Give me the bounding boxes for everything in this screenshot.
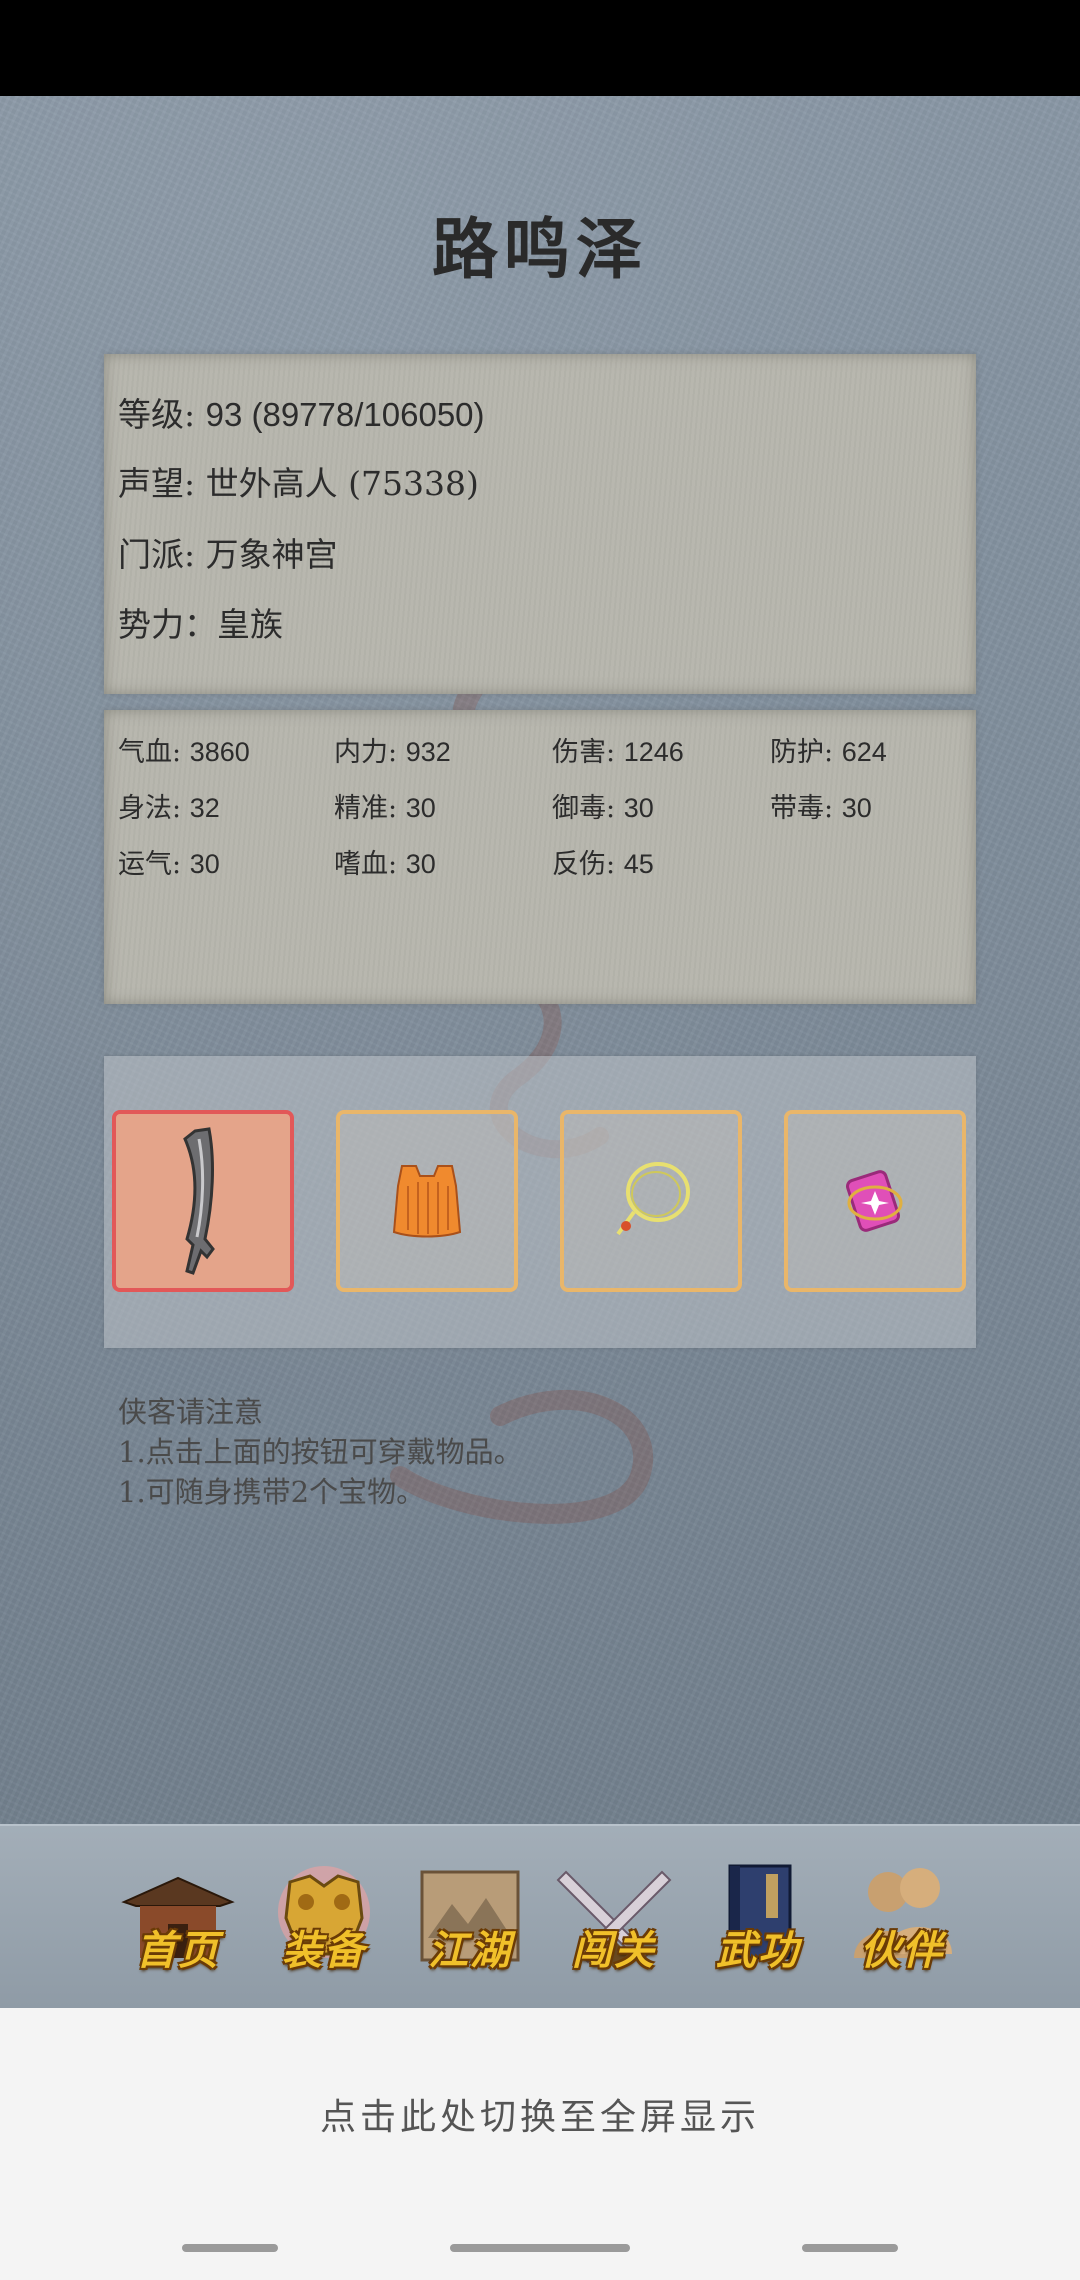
stat-defense: 防护: 624 [770,737,887,768]
level-line: 等级: 93 (89778/106050) [118,388,485,436]
faction-value: 皇族 [217,605,283,644]
nav-home[interactable]: 首页 [116,1858,240,1982]
nav-equipment-label: 装备 [282,1927,366,1974]
system-nav-home[interactable] [450,2244,630,2252]
equip-slot-weapon[interactable] [112,1110,294,1292]
equip-slot-accessory[interactable] [560,1110,742,1292]
nav-equipment[interactable]: 装备 [262,1858,386,1982]
faction-line: 势力：皇族 [118,598,283,646]
nav-companions-label: 伙伴 [860,1927,944,1974]
notice-line-2: 1.可随身携带2个宝物。 [118,1475,426,1509]
stat-hp: 气血: 3860 [118,737,250,768]
nav-jianghu[interactable]: 江湖 [408,1858,532,1982]
fullscreen-toggle-bar[interactable]: 点击此处切换至全屏显示 [0,2008,1080,2280]
nav-martial-arts-label: 武功 [716,1927,800,1974]
system-nav-back[interactable] [182,2244,278,2252]
broadsword-icon [183,1127,215,1275]
equipment-panel [104,1056,976,1348]
jade-necklace-icon [616,1162,690,1236]
sect-label: 门派: [118,535,206,574]
status-bar [0,0,1080,96]
nav-companions[interactable]: 伙伴 [840,1858,964,1982]
stat-agility: 身法: 32 [118,793,220,824]
pink-treasure-icon [846,1170,903,1232]
equip-slot-armor[interactable] [336,1110,518,1292]
stat-damage: 伤害: 1246 [552,737,684,768]
level-value: 93 (89778/106050) [205,396,485,433]
stat-lifesteal: 嗜血: 30 [334,849,436,880]
stat-internal-power: 内力: 932 [334,737,451,768]
stat-accuracy: 精准: 30 [334,793,436,824]
reputation-title: 世外高人 (75338) [205,464,479,503]
nav-challenge[interactable]: 闯关 [552,1858,676,1982]
faction-label: 势力： [118,605,217,644]
reputation-label: 声望: [118,464,206,503]
stat-reflect: 反伤: 45 [552,849,654,880]
game-area: 路鸣泽 等级: 93 (89778/106050) 声望: 世外高人 (7533… [0,96,1080,1824]
orange-armor-icon [392,1165,462,1238]
attributes-panel: 气血: 3860 内力: 932 伤害: 1246 防护: 624 身法: 32… [104,710,976,1004]
bottom-nav-bar: 首页 装备 江湖 闯关 武功 伙伴 [0,1824,1080,2008]
sect-value: 万象神宫 [205,535,338,574]
stat-luck: 运气: 30 [118,849,220,880]
notice-title: 侠客请注意 [118,1395,264,1429]
system-nav-recents[interactable] [802,2244,898,2252]
nav-jianghu-label: 江湖 [428,1927,512,1974]
nav-home-label: 首页 [136,1927,220,1974]
stat-poison: 带毒: 30 [770,793,872,824]
player-name: 路鸣泽 [432,210,648,288]
stat-poison-resist: 御毒: 30 [552,793,654,824]
nav-martial-arts[interactable]: 武功 [696,1858,820,1982]
sect-line: 门派: 万象神宫 [118,528,338,576]
character-info-panel: 等级: 93 (89778/106050) 声望: 世外高人 (75338) 门… [104,354,976,694]
reputation-line: 声望: 世外高人 (75338) [118,457,479,505]
notice-line-1: 1.点击上面的按钮可穿戴物品。 [118,1435,523,1469]
notice-text: 侠客请注意 1.点击上面的按钮可穿戴物品。 1.可随身携带2个宝物。 [118,1392,523,1512]
fullscreen-toggle-text[interactable]: 点击此处切换至全屏显示 [0,2088,1080,2140]
equip-slot-treasure[interactable] [784,1110,966,1292]
nav-challenge-label: 闯关 [572,1927,656,1974]
level-label: 等级: [118,395,206,434]
